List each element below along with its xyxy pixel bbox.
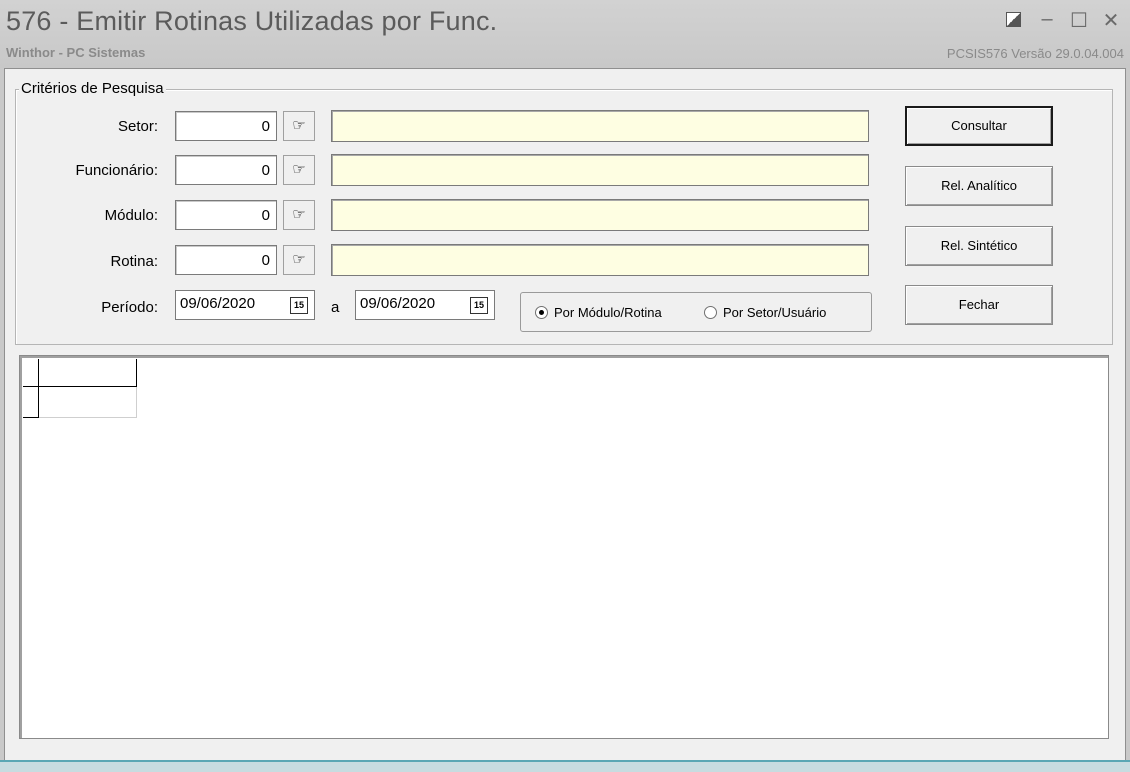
maximize-icon[interactable]: ☐ <box>1070 8 1088 33</box>
modulo-description-field <box>331 199 869 231</box>
setor-label: Setor: <box>117 118 158 135</box>
window-title: 576 - Emitir Rotinas Utilizadas por Func… <box>6 6 498 36</box>
start-date-value: 09/06/2020 <box>180 295 256 312</box>
funcionario-label: Funcionário: <box>75 162 158 179</box>
consultar-button[interactable]: Consultar <box>905 106 1053 146</box>
radio-label: Por Setor/Usuário <box>723 305 827 320</box>
modulo-code-input[interactable]: 0 <box>175 200 277 230</box>
calendar-icon[interactable]: 15 <box>290 297 308 314</box>
modulo-lookup-button[interactable]: ☞ <box>283 200 315 230</box>
radio-selected-icon <box>535 306 548 319</box>
main-panel: Critérios de Pesquisa Setor: 0 ☞ Funcion… <box>4 68 1126 762</box>
button-label: Fechar <box>958 297 1000 312</box>
close-icon[interactable]: ✕ <box>1102 8 1120 33</box>
window-controls: – ☐ ✕ <box>1006 8 1120 33</box>
window-subtitle: Winthor - PC Sistemas <box>6 45 146 60</box>
funcionario-lookup-button[interactable]: ☞ <box>283 155 315 185</box>
calendar-icon[interactable]: 15 <box>470 297 488 314</box>
version-label: PCSIS576 Versão 29.0.04.004 <box>946 46 1124 61</box>
funcionario-description-field <box>331 154 869 186</box>
pointing-hand-icon: ☞ <box>292 117 306 134</box>
rel-sintetico-button[interactable]: Rel. Sintético <box>905 226 1053 266</box>
search-criteria-title: Critérios de Pesquisa <box>19 80 166 97</box>
bottom-border <box>0 760 1130 772</box>
button-label: Rel. Sintético <box>940 238 1018 253</box>
end-date-input[interactable]: 09/06/2020 15 <box>355 290 495 320</box>
grouping-radio-group: Por Módulo/Rotina Por Setor/Usuário <box>520 292 872 332</box>
setor-code-input[interactable]: 0 <box>175 111 277 141</box>
grid-data-cell[interactable] <box>39 387 137 418</box>
radio-por-modulo-rotina[interactable]: Por Módulo/Rotina <box>535 305 662 320</box>
rotina-code-input[interactable]: 0 <box>175 245 277 275</box>
funcionario-code-input[interactable]: 0 <box>175 155 277 185</box>
rotina-lookup-button[interactable]: ☞ <box>283 245 315 275</box>
button-label: Rel. Analítico <box>941 178 1017 193</box>
pointing-hand-icon: ☞ <box>292 161 306 178</box>
periodo-label: Período: <box>101 299 158 316</box>
restore-icon[interactable] <box>1006 8 1024 33</box>
end-date-value: 09/06/2020 <box>360 295 436 312</box>
setor-description-field <box>331 110 869 142</box>
modulo-label: Módulo: <box>104 207 158 224</box>
grid-corner-cell <box>23 359 39 387</box>
setor-lookup-button[interactable]: ☞ <box>283 111 315 141</box>
pointing-hand-icon: ☞ <box>292 206 306 223</box>
pointing-hand-icon: ☞ <box>292 251 306 268</box>
start-date-input[interactable]: 09/06/2020 15 <box>175 290 315 320</box>
radio-label: Por Módulo/Rotina <box>554 305 662 320</box>
fechar-button[interactable]: Fechar <box>905 285 1053 325</box>
rotina-description-field <box>331 244 869 276</box>
radio-unselected-icon <box>704 306 717 319</box>
grid-row-indicator[interactable] <box>23 387 39 418</box>
title-bar: 576 - Emitir Rotinas Utilizadas por Func… <box>0 0 1130 68</box>
radio-por-setor-usuario[interactable]: Por Setor/Usuário <box>704 305 826 320</box>
results-grid[interactable] <box>19 355 1109 739</box>
button-label: Consultar <box>951 118 1007 133</box>
rotina-label: Rotina: <box>110 253 158 270</box>
period-separator: a <box>331 299 340 316</box>
minimize-icon[interactable]: – <box>1038 8 1056 33</box>
grid-header-cell[interactable] <box>39 359 137 387</box>
rel-analitico-button[interactable]: Rel. Analítico <box>905 166 1053 206</box>
